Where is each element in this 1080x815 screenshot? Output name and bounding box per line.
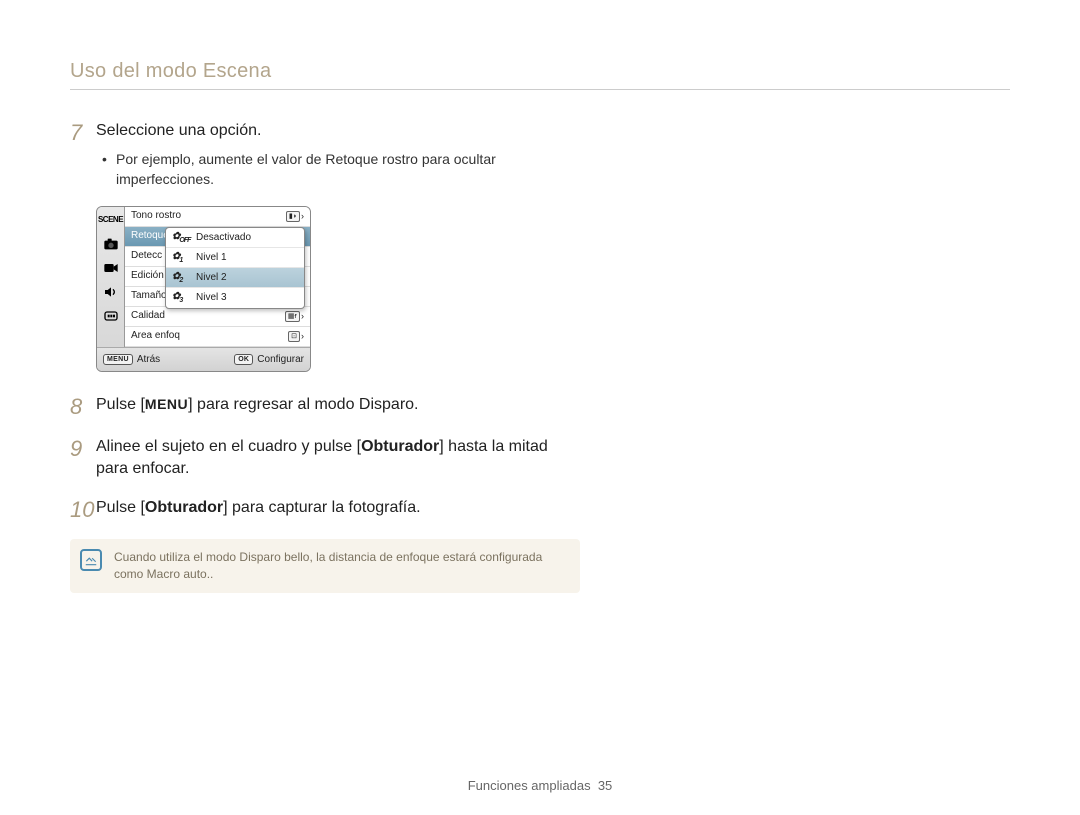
step-title: Pulse [MENU] para regresar al modo Dispa… bbox=[96, 394, 570, 416]
submenu-item-level3[interactable]: ✿3 Nivel 3 bbox=[166, 288, 304, 308]
submenu-item-level1[interactable]: ✿1 Nivel 1 bbox=[166, 248, 304, 268]
instruction-content: 7 Seleccione una opción. Por ejemplo, au… bbox=[70, 120, 570, 593]
level-2-icon: ✿2 bbox=[172, 271, 190, 284]
menu-item-label: Calidad bbox=[131, 306, 165, 326]
step-7: 7 Seleccione una opción. Por ejemplo, au… bbox=[70, 120, 570, 190]
menu-item-area-enfoq[interactable]: Area enfoq ⊡› bbox=[125, 327, 310, 347]
submenu-label: Nivel 1 bbox=[196, 252, 227, 263]
step-title: Pulse [Obturador] para capturar la fotog… bbox=[96, 497, 570, 519]
scene-mode-icon: SCENE bbox=[101, 211, 121, 229]
page-number: 35 bbox=[598, 778, 612, 793]
step-title: Alinee el sujeto en el cuadro y pulse [O… bbox=[96, 436, 570, 481]
submenu-label: Desactivado bbox=[196, 232, 251, 243]
submenu-label: Nivel 3 bbox=[196, 292, 227, 303]
value-indicator-icon: ▦ғ› bbox=[285, 306, 304, 326]
menu-item-calidad[interactable]: Calidad ▦ғ› bbox=[125, 307, 310, 327]
step-number: 7 bbox=[70, 120, 96, 190]
submenu-item-off[interactable]: ✿OFF Desactivado bbox=[166, 228, 304, 248]
level-3-icon: ✿3 bbox=[172, 291, 190, 304]
shutter-key-text: Obturador bbox=[145, 499, 223, 516]
step-number: 8 bbox=[70, 394, 96, 420]
page-title: Uso del modo Escena bbox=[70, 60, 1010, 90]
level-1-icon: ✿1 bbox=[172, 251, 190, 264]
display-icon bbox=[101, 307, 121, 325]
step-9: 9 Alinee el sujeto en el cuadro y pulse … bbox=[70, 436, 570, 481]
menu-item-label: Detecc r bbox=[131, 246, 168, 266]
ok-key-icon: OK bbox=[234, 354, 253, 365]
page-footer: Funciones ampliadas 35 bbox=[0, 778, 1080, 793]
configure-button[interactable]: OK Configurar bbox=[234, 354, 304, 365]
step-title: Seleccione una opción. bbox=[96, 120, 570, 142]
configure-label: Configurar bbox=[257, 354, 304, 365]
value-indicator-icon: ⊡› bbox=[288, 326, 304, 346]
footer-section: Funciones ampliadas bbox=[468, 778, 591, 793]
menu-item-label: Retoque bbox=[131, 226, 169, 246]
sound-icon bbox=[101, 283, 121, 301]
back-button[interactable]: MENU Atrás bbox=[103, 354, 160, 365]
menu-item-label: Area enfoq bbox=[131, 326, 180, 346]
note-box: Cuando utiliza el modo Disparo bello, la… bbox=[70, 539, 580, 593]
shutter-key-text: Obturador bbox=[361, 438, 439, 455]
retoque-submenu: ✿OFF Desactivado ✿1 Nivel 1 ✿2 Nivel 2 bbox=[165, 227, 305, 309]
menu-item-label: Tamaño bbox=[131, 286, 167, 306]
back-label: Atrás bbox=[137, 354, 160, 365]
note-icon bbox=[80, 549, 102, 571]
menu-item-label: Edición i bbox=[131, 266, 169, 286]
submenu-label: Nivel 2 bbox=[196, 272, 227, 283]
camera-footer: MENU Atrás OK Configurar bbox=[97, 347, 310, 371]
menu-key-icon: MENU bbox=[103, 354, 133, 365]
camera-icon bbox=[101, 235, 121, 253]
step-number: 9 bbox=[70, 436, 96, 481]
step-10: 10 Pulse [Obturador] para capturar la fo… bbox=[70, 497, 570, 523]
submenu-item-level2[interactable]: ✿2 Nivel 2 bbox=[166, 268, 304, 288]
camera-screenshot: SCENE bbox=[96, 206, 311, 372]
step-bullet: Por ejemplo, aumente el valor de Retoque… bbox=[106, 150, 570, 189]
note-text: Cuando utiliza el modo Disparo bello, la… bbox=[114, 549, 566, 583]
menu-key-text: MENU bbox=[145, 395, 188, 415]
value-indicator-icon: ▮◗› bbox=[286, 206, 304, 226]
menu-item-tono-rostro[interactable]: Tono rostro ▮◗› bbox=[125, 207, 310, 227]
step-number: 10 bbox=[70, 497, 96, 523]
video-icon bbox=[101, 259, 121, 277]
step-8: 8 Pulse [MENU] para regresar al modo Dis… bbox=[70, 394, 570, 420]
level-off-icon: ✿OFF bbox=[172, 231, 190, 244]
menu-item-label: Tono rostro bbox=[131, 206, 181, 226]
mode-strip: SCENE bbox=[97, 207, 125, 347]
